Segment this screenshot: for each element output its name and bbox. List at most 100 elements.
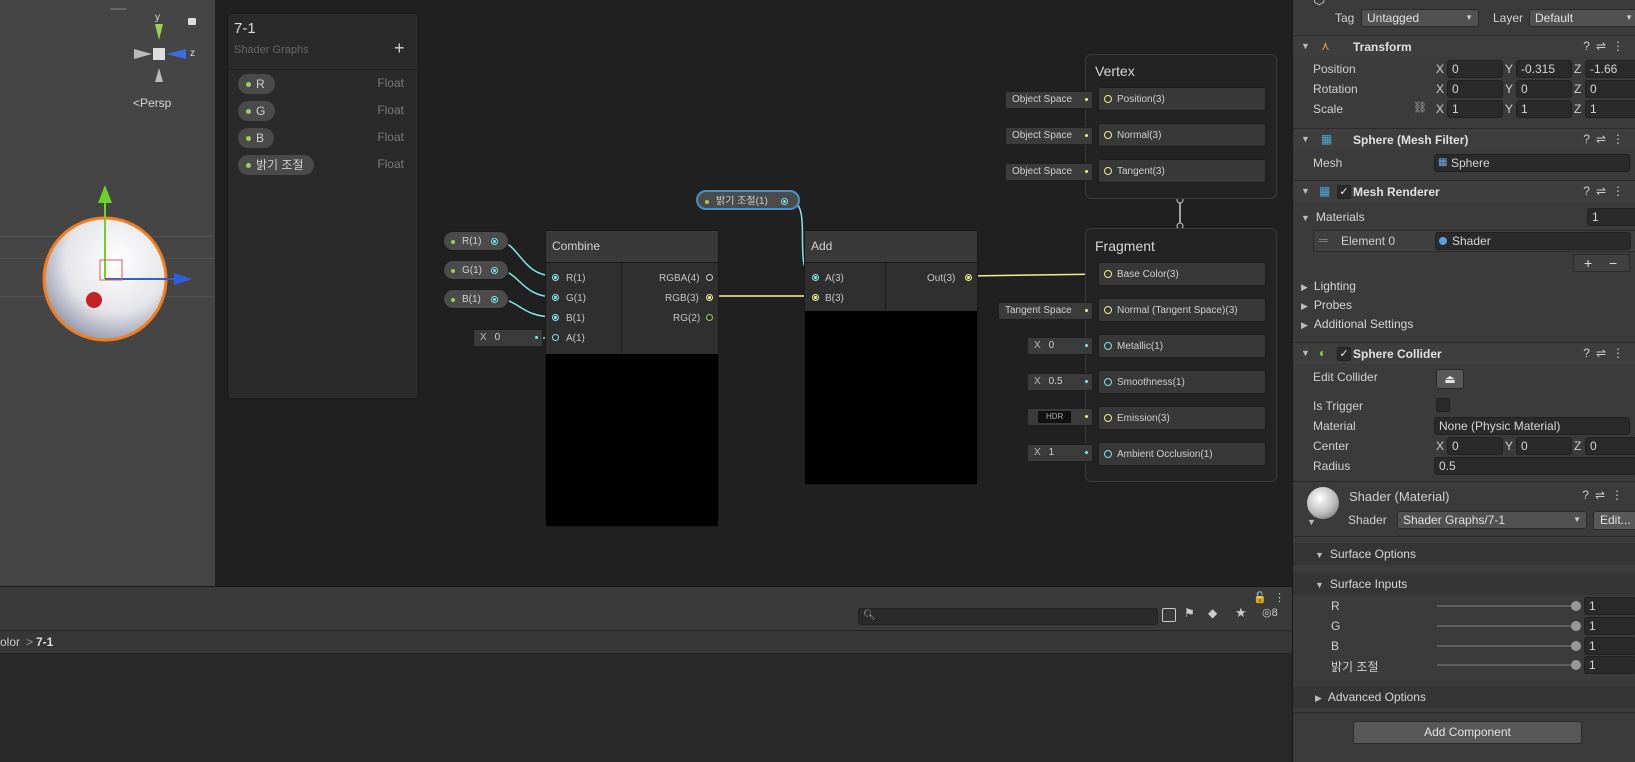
fragment-block-normal[interactable]: Normal (Tangent Space)(3): [1098, 298, 1266, 322]
block-port[interactable]: [1104, 167, 1112, 175]
input-r-field[interactable]: 1: [1584, 597, 1635, 615]
field-value[interactable]: 1: [1049, 447, 1055, 458]
breadcrumb-current[interactable]: 7-1: [36, 631, 53, 653]
position-z-field[interactable]: -1.66: [1585, 60, 1635, 78]
search-input[interactable]: [858, 608, 1158, 625]
surface-options-foldout[interactable]: ▼ Surface Options: [1315, 547, 1416, 561]
fragment-block-ambient-occlusion[interactable]: Ambient Occlusion(1): [1098, 442, 1266, 466]
favorite-star-icon[interactable]: ★: [1235, 605, 1247, 621]
input-g-slider-track[interactable]: [1437, 625, 1575, 627]
position-y-field[interactable]: -0.315: [1516, 60, 1572, 78]
search-by-type-icon[interactable]: [1162, 608, 1176, 622]
hdr-color-swatch[interactable]: HDR: [1038, 411, 1072, 423]
combine-a-field[interactable]: X0: [473, 329, 543, 347]
component-tools[interactable]: ?⇌⋮: [1583, 346, 1630, 360]
vertex-block-normal[interactable]: Normal(3): [1098, 123, 1266, 147]
ambient-occlusion-field[interactable]: X1: [1027, 444, 1093, 462]
metallic-field[interactable]: X0: [1027, 337, 1093, 355]
normal-space-field[interactable]: Object Space: [1005, 127, 1093, 145]
output-port[interactable]: [491, 267, 498, 274]
output-port[interactable]: [706, 314, 713, 321]
property-node-b[interactable]: B(1): [443, 289, 509, 309]
is-trigger-checkbox[interactable]: [1436, 398, 1450, 412]
lighting-foldout[interactable]: ▶ Lighting: [1301, 279, 1356, 293]
output-port[interactable]: [491, 238, 498, 245]
property-node-g[interactable]: G(1): [443, 260, 509, 280]
mesh-field[interactable]: ▦ Sphere: [1434, 154, 1630, 172]
fragment-block-emission[interactable]: Emission(3): [1098, 406, 1266, 430]
rotation-x-field[interactable]: 0: [1447, 80, 1503, 98]
scale-y-field[interactable]: 1: [1516, 100, 1572, 118]
input-port[interactable]: [552, 314, 559, 321]
position-space-field[interactable]: Object Space: [1005, 91, 1093, 109]
field-value[interactable]: 0.5: [1049, 376, 1063, 387]
radius-field[interactable]: 0.5: [1434, 457, 1635, 475]
advanced-options-header[interactable]: ▶ Advanced Options: [1293, 686, 1635, 708]
label-tag-icon[interactable]: ◆: [1208, 606, 1217, 620]
fold-arrow-icon[interactable]: ▼: [1307, 517, 1316, 527]
edit-shader-button[interactable]: Edit...: [1593, 511, 1635, 530]
surface-options-header[interactable]: ▼ Surface Options: [1293, 543, 1635, 565]
output-port[interactable]: [965, 274, 972, 281]
position-x-field[interactable]: 0: [1447, 60, 1503, 78]
tag-dropdown[interactable]: Untagged: [1361, 9, 1479, 27]
input-port[interactable]: [812, 274, 819, 281]
center-y-field[interactable]: 0: [1516, 437, 1572, 455]
block-port[interactable]: [1104, 378, 1112, 386]
sphere-collider-header[interactable]: ▼ ◐ ✓ Sphere Collider ?⇌⋮: [1293, 342, 1635, 364]
add-node[interactable]: Add A(3) B(3) Out(3): [804, 230, 978, 485]
add-component-button[interactable]: Add Component: [1353, 721, 1582, 744]
collider-material-field[interactable]: None (Physic Material): [1434, 417, 1630, 435]
fold-arrow-icon[interactable]: ▼: [1301, 41, 1310, 51]
input-b-slider-track[interactable]: [1437, 645, 1575, 647]
component-tools[interactable]: ?⇌⋮: [1583, 39, 1630, 53]
block-port[interactable]: [1104, 131, 1112, 139]
fragment-block-smoothness[interactable]: Smoothness(1): [1098, 370, 1266, 394]
materials-foldout[interactable]: ▼ Materials: [1301, 210, 1365, 224]
filter-type-icon[interactable]: ⚑: [1184, 606, 1195, 620]
output-port[interactable]: [491, 296, 498, 303]
component-tools[interactable]: ?⇌⋮: [1582, 488, 1629, 502]
component-tools[interactable]: ?⇌⋮: [1583, 132, 1630, 146]
normal-tangent-space-field[interactable]: Tangent Space: [998, 302, 1093, 320]
breadcrumb-parent[interactable]: olor: [0, 631, 20, 653]
additional-settings-foldout[interactable]: ▶ Additional Settings: [1301, 317, 1413, 331]
combine-node[interactable]: Combine R(1) G(1) B(1) A(1) RGBA(4) RGB(…: [545, 230, 719, 527]
surface-inputs-foldout[interactable]: ▼ Surface Inputs: [1315, 577, 1407, 591]
input-g-field[interactable]: 1: [1584, 617, 1635, 635]
reorder-handle-icon[interactable]: ═: [1319, 233, 1328, 247]
scale-z-field[interactable]: 1: [1585, 100, 1635, 118]
enabled-checkbox[interactable]: ✓: [1337, 347, 1351, 361]
edit-collider-button[interactable]: ⏏: [1436, 369, 1464, 389]
a-value[interactable]: 0: [495, 332, 501, 343]
property-node-r[interactable]: R(1): [443, 231, 509, 251]
block-port[interactable]: [1104, 450, 1112, 458]
output-port[interactable]: [706, 294, 713, 301]
add-element-button[interactable]: +: [1584, 255, 1592, 271]
fragment-stack[interactable]: Fragment Base Color(3) Normal (Tangent S…: [1085, 228, 1277, 482]
block-port[interactable]: [1104, 414, 1112, 422]
block-port[interactable]: [1104, 342, 1112, 350]
remove-element-button[interactable]: −: [1609, 255, 1617, 271]
input-port[interactable]: [552, 294, 559, 301]
advanced-options-foldout[interactable]: ▶ Advanced Options: [1315, 690, 1426, 704]
input-brightness-slider-track[interactable]: [1437, 664, 1575, 666]
output-port[interactable]: [781, 198, 788, 205]
input-r-slider-track[interactable]: [1437, 605, 1575, 607]
constrain-proportions-icon[interactable]: ⛓: [1413, 101, 1427, 114]
input-r-slider-knob[interactable]: [1571, 601, 1581, 611]
probes-foldout[interactable]: ▶ Probes: [1301, 298, 1352, 312]
output-port[interactable]: [706, 274, 713, 281]
transform-header[interactable]: ▼ ⋏ Transform ?⇌⋮: [1293, 35, 1635, 57]
shader-dropdown[interactable]: Shader Graphs/7-1: [1397, 511, 1587, 529]
vertex-stack[interactable]: Vertex Position(3) Normal(3) Tangent(3): [1085, 54, 1277, 199]
center-x-field[interactable]: 0: [1447, 437, 1503, 455]
input-g-slider-knob[interactable]: [1571, 621, 1581, 631]
enabled-checkbox[interactable]: ✓: [1337, 185, 1351, 199]
more-menu-icon[interactable]: ⋮: [1274, 591, 1285, 604]
property-node-brightness[interactable]: 밝기 조절(1): [696, 190, 800, 210]
rotation-y-field[interactable]: 0: [1516, 80, 1572, 98]
center-z-field[interactable]: 0: [1585, 437, 1635, 455]
smoothness-field[interactable]: X 0.5: [1027, 373, 1093, 391]
tangent-space-field[interactable]: Object Space: [1005, 163, 1093, 181]
